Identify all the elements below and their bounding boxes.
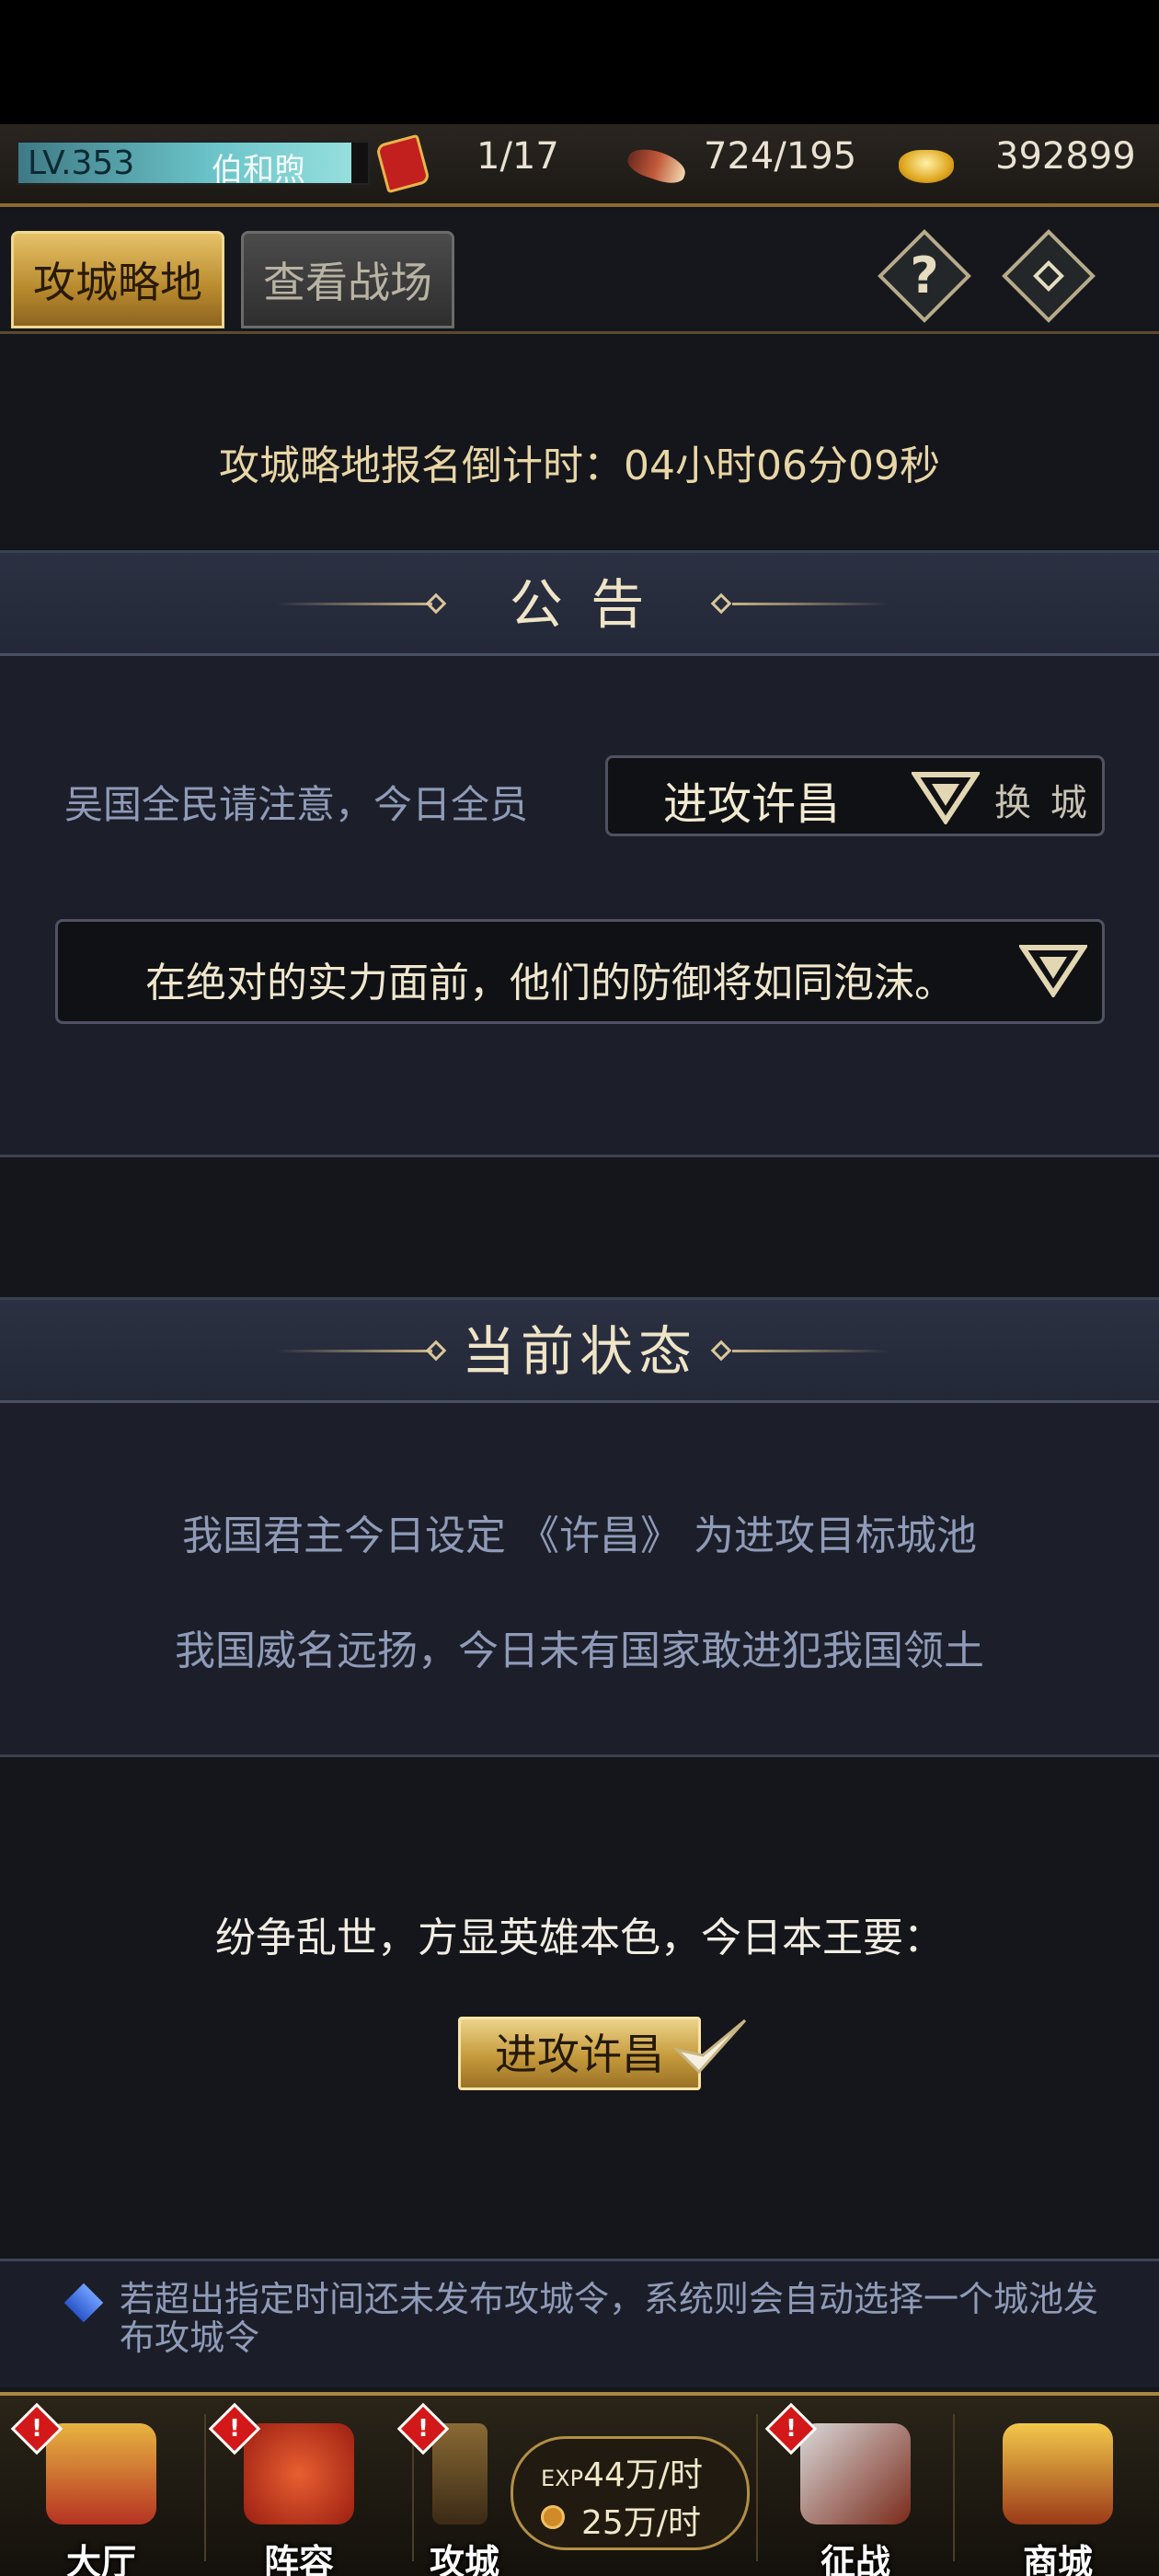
declaration-text: 纷争乱世，方显英雄本色，今日本王要： <box>215 1915 944 1961</box>
alert-glyph: ! <box>418 2415 429 2443</box>
coin-icon <box>541 2505 565 2529</box>
alert-glyph: ! <box>786 2415 797 2443</box>
tab-attack-city[interactable]: 攻城略地 <box>11 231 224 328</box>
slogan-value: 在绝对的实力面前，他们的防御将如同泡沫。 <box>145 960 955 1006</box>
team-banner-icon <box>244 2423 354 2524</box>
target-city-dropdown[interactable]: 进攻许昌 换 城 <box>605 755 1105 836</box>
idle-income-badge[interactable]: EXP44万/时 25万/时 <box>511 2436 750 2550</box>
status-panel: 当前状态 我国君主今日设定 《许昌》 为进攻目标城池 我国威名远扬，今日未有国家… <box>0 1297 1159 1757</box>
nav-shop[interactable]: 商城 <box>966 2405 1150 2576</box>
attack-city-button[interactable]: 进攻许昌 <box>458 2017 701 2090</box>
notice-panel: 公 告 吴国全民请注意，今日全员 进攻许昌 换 城 在绝对的实力面前，他们的防御… <box>0 550 1159 1157</box>
ornament-line-right <box>732 603 889 605</box>
status-title: 当前状态 <box>461 1320 697 1383</box>
nav-team[interactable]: ! 阵容 <box>207 2402 391 2576</box>
swap-city-button[interactable]: 换 城 <box>994 773 1091 826</box>
dropdown-triangle-icon <box>1017 942 1089 999</box>
exp-rate-line: EXP44万/时 <box>541 2448 703 2496</box>
gold-ingot-icon <box>897 137 954 190</box>
checkmark-icon <box>671 2013 749 2079</box>
resource-bar: LV.353 伯和煦 1/17 724/195 392899 <box>0 124 1159 207</box>
token-count: 1/17 <box>476 135 559 178</box>
alert-glyph: ! <box>229 2415 240 2443</box>
nav-divider <box>953 2414 955 2561</box>
level-bar-end <box>351 143 368 183</box>
notice-title: 公 告 <box>509 573 650 636</box>
tip-strip: 若超出指定时间还未发布攻城令，系统则会自动选择一个城池发布攻城令 <box>0 2259 1159 2387</box>
auto-select-tip: 若超出指定时间还未发布攻城令，系统则会自动选择一个城池发布攻城令 <box>120 2279 1099 2358</box>
slogan-dropdown[interactable]: 在绝对的实力面前，他们的防御将如同泡沫。 <box>55 919 1105 1024</box>
red-token-icon <box>374 133 431 194</box>
signup-countdown: 攻城略地报名倒计时：04小时06分09秒 <box>219 443 940 489</box>
system-status-bar <box>0 0 1159 124</box>
hall-icon <box>46 2423 156 2524</box>
nav-hall-label: 大厅 <box>65 2542 136 2576</box>
nav-divider <box>756 2414 758 2561</box>
nav-battle[interactable]: ! 征战 <box>763 2402 947 2576</box>
tab-view-battlefield[interactable]: 查看战场 <box>241 231 454 328</box>
status-target-line: 我国君主今日设定 《许昌》 为进攻目标城池 <box>182 1512 977 1559</box>
nav-siege-label: 攻城 <box>429 2542 499 2576</box>
hourglass-icon <box>432 2423 488 2524</box>
nav-team-label: 阵容 <box>263 2542 334 2576</box>
player-level: LV.353 <box>28 144 135 182</box>
alert-glyph: ! <box>31 2415 42 2443</box>
horn-icon <box>624 137 690 190</box>
gold-count: 392899 <box>995 135 1136 178</box>
exp-rate: 44万/时 <box>583 2456 704 2494</box>
target-city-value: 进攻许昌 <box>663 778 841 830</box>
help-button[interactable]: ? <box>878 229 971 323</box>
status-panel-header: 当前状态 <box>0 1300 1159 1403</box>
player-level-bar[interactable]: LV.353 伯和煦 <box>17 141 370 189</box>
back-button[interactable] <box>1002 229 1096 323</box>
player-name: 伯和煦 <box>212 152 305 189</box>
nav-hall[interactable]: ! 大厅 <box>9 2402 193 2576</box>
exp-prefix: EXP <box>541 2466 584 2491</box>
coin-rate: 25万/时 <box>581 2504 701 2542</box>
question-icon: ? <box>910 247 939 305</box>
nav-battle-label: 征战 <box>820 2542 890 2576</box>
status-defense-line: 我国威名远扬，今日未有国家敢进犯我国领土 <box>175 1627 984 1674</box>
bottom-nav: ! 大厅 ! 阵容 ! 攻城 EXP44万/时 25万/时 ! 征战 商城 <box>0 2392 1159 2576</box>
treasure-chest-icon <box>1003 2423 1113 2524</box>
dropdown-triangle-icon <box>910 769 981 826</box>
nav-shop-label: 商城 <box>1022 2542 1093 2576</box>
notice-panel-header: 公 告 <box>0 553 1159 656</box>
nav-divider <box>204 2414 206 2561</box>
notice-prefix-text: 吴国全民请注意，今日全员 <box>64 782 529 827</box>
sword-icon <box>800 2423 911 2524</box>
tab-bar: 攻城略地 查看战场 <box>0 211 1159 334</box>
horn-count: 724/195 <box>704 135 857 178</box>
ornament-line-right <box>732 1350 889 1352</box>
blue-diamond-icon <box>63 2283 104 2323</box>
